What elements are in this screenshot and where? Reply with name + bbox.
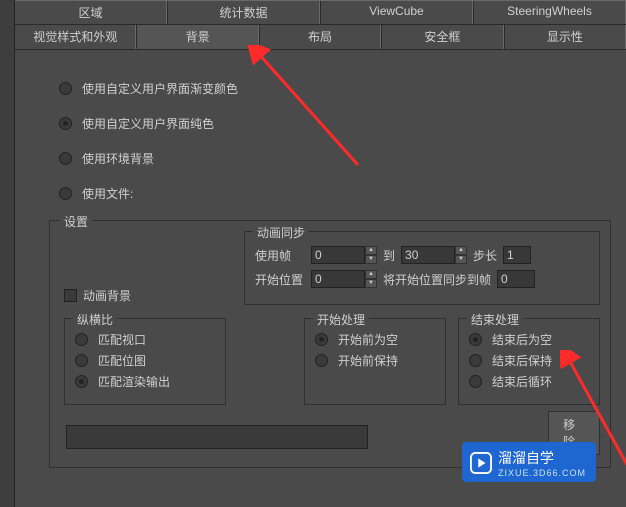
tab-region[interactable]: 区域 (14, 1, 167, 24)
label-sync-frame: 将开始位置同步到帧 (383, 271, 491, 288)
watermark-badge: 溜溜自学 ZIXUE.3D66.COM (462, 442, 596, 482)
sync-group: 动画同步 使用帧 ▲▼ 到 ▲▼ 步长 开始位置 ▲▼ 将开始位置同步到帧 (244, 231, 600, 305)
settings-legend: 设置 (60, 213, 92, 230)
input-sync-frame[interactable] (497, 270, 535, 288)
sync-legend: 动画同步 (253, 224, 309, 241)
settings-group: 设置 动画背景 动画同步 使用帧 ▲▼ 到 ▲▼ 步长 (49, 220, 611, 468)
label-aspect-viewport: 匹配视口 (98, 331, 146, 348)
radio-end-hold[interactable] (469, 354, 482, 367)
label-use-frame: 使用帧 (255, 247, 305, 264)
radio-aspect-viewport[interactable] (75, 333, 88, 346)
label-gradient: 使用自定义用户界面渐变颜色 (82, 80, 238, 97)
input-start-pos[interactable] (311, 270, 365, 288)
radio-gradient[interactable] (59, 82, 72, 95)
start-group: 开始处理 开始前为空 开始前保持 (304, 318, 446, 405)
aspect-group: 纵横比 匹配视口 匹配位图 匹配渲染输出 (64, 318, 226, 405)
input-step[interactable] (503, 246, 531, 264)
label-anim-bg: 动画背景 (83, 287, 131, 304)
tab-steering[interactable]: SteeringWheels (473, 1, 626, 24)
label-file: 使用文件: (82, 185, 133, 202)
radio-end-loop[interactable] (469, 375, 482, 388)
label-aspect-bitmap: 匹配位图 (98, 352, 146, 369)
end-legend: 结束处理 (467, 311, 523, 328)
spinner-btns[interactable]: ▲▼ (455, 246, 467, 264)
tab-visual[interactable]: 视觉样式和外观 (14, 25, 136, 49)
tab-layout[interactable]: 布局 (259, 25, 381, 49)
label-start-hold: 开始前保持 (338, 352, 398, 369)
label-env: 使用环境背景 (82, 150, 154, 167)
radio-file[interactable] (59, 187, 72, 200)
file-path-input[interactable] (66, 425, 368, 449)
play-icon (470, 452, 492, 474)
label-start-pos: 开始位置 (255, 271, 305, 288)
label-end-blank: 结束后为空 (492, 331, 552, 348)
tab-safe[interactable]: 安全框 (381, 25, 503, 49)
label-to: 到 (383, 247, 395, 264)
radio-start-hold[interactable] (315, 354, 328, 367)
radio-env[interactable] (59, 152, 72, 165)
radio-aspect-bitmap[interactable] (75, 354, 88, 367)
end-group: 结束处理 结束后为空 结束后保持 结束后循环 (458, 318, 600, 405)
tab-display[interactable]: 显示性 (504, 25, 626, 49)
aspect-legend: 纵横比 (73, 311, 117, 328)
radio-solid[interactable] (59, 117, 72, 130)
tab-viewcube[interactable]: ViewCube (320, 1, 473, 24)
radio-start-blank[interactable] (315, 333, 328, 346)
label-end-loop: 结束后循环 (492, 373, 552, 390)
label-aspect-render: 匹配渲染输出 (98, 373, 170, 390)
label-start-blank: 开始前为空 (338, 331, 398, 348)
start-legend: 开始处理 (313, 311, 369, 328)
radio-end-blank[interactable] (469, 333, 482, 346)
watermark-text: 溜溜自学 (498, 450, 554, 466)
radio-aspect-render[interactable] (75, 375, 88, 388)
tab-stats[interactable]: 统计数据 (167, 1, 320, 24)
label-solid: 使用自定义用户界面纯色 (82, 115, 214, 132)
label-end-hold: 结束后保持 (492, 352, 552, 369)
watermark-sub: ZIXUE.3D66.COM (498, 468, 586, 478)
input-to[interactable] (401, 246, 455, 264)
label-step: 步长 (473, 247, 497, 264)
input-use-frame[interactable] (311, 246, 365, 264)
tab-background[interactable]: 背景 (136, 25, 258, 49)
spinner-btns[interactable]: ▲▼ (365, 270, 377, 288)
spinner-btns[interactable]: ▲▼ (365, 246, 377, 264)
checkbox-anim-bg[interactable] (64, 289, 77, 302)
